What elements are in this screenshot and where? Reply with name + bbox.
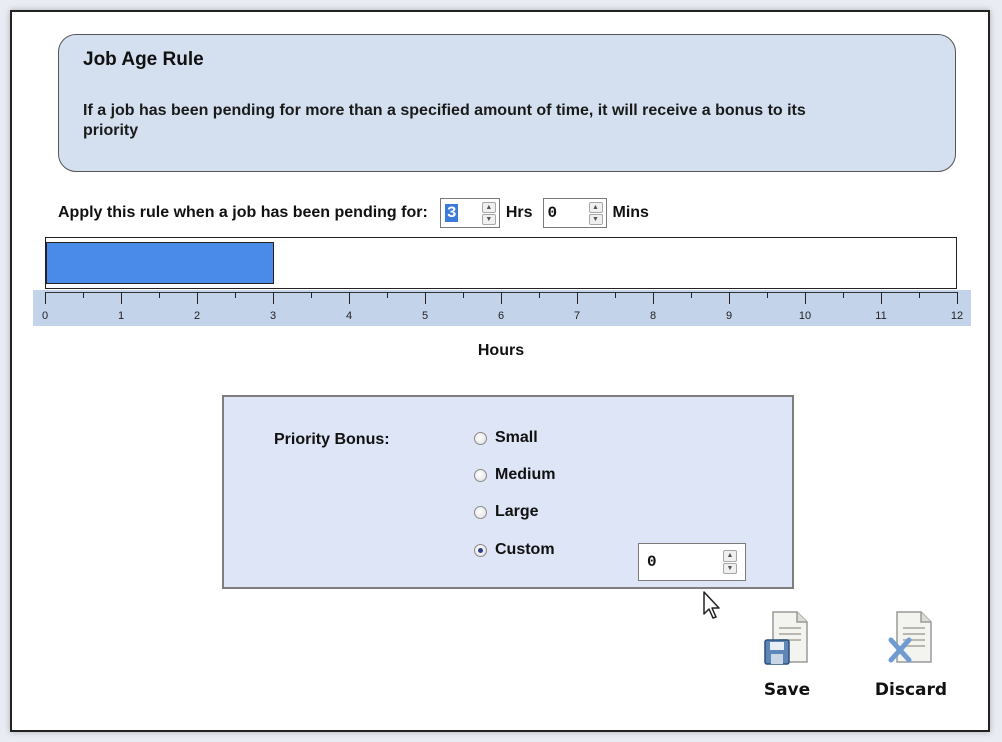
ruler-major-tick — [121, 292, 122, 304]
ruler-tick-label: 8 — [649, 310, 657, 322]
ruler-major-tick — [349, 292, 350, 304]
minutes-unit-label: Mins — [612, 204, 649, 221]
ruler-major-tick — [805, 292, 806, 304]
hours-stepper[interactable]: 3 ▲ ▼ — [439, 198, 500, 228]
ruler-tick-label: 1 — [117, 310, 125, 322]
radio-custom[interactable] — [474, 543, 487, 557]
priority-bonus-box: Priority Bonus: Small Medium Large Custo… — [222, 395, 794, 589]
ruler-major-tick — [577, 292, 578, 304]
ruler-minor-tick — [159, 292, 160, 298]
radio-option-small[interactable]: Small — [474, 427, 538, 449]
custom-down-arrow-icon[interactable]: ▼ — [723, 562, 737, 574]
ruler-minor-tick — [919, 292, 920, 298]
radio-medium[interactable] — [474, 468, 487, 482]
ruler-tick-label: 7 — [573, 310, 581, 322]
discard-button[interactable]: Discard — [866, 610, 956, 700]
hours-axis-label: Hours — [477, 342, 525, 359]
hours-unit-label: Hrs — [505, 204, 533, 221]
hours-value[interactable]: 3 — [444, 204, 459, 222]
ruler-major-tick — [45, 292, 46, 304]
ruler-minor-tick — [235, 292, 236, 298]
ruler-major-tick — [729, 292, 730, 304]
save-icon — [763, 610, 811, 668]
radio-option-large[interactable]: Large — [474, 501, 539, 523]
custom-up-arrow-icon[interactable]: ▲ — [723, 550, 737, 562]
hours-ruler: 0 1 2 3 4 5 6 7 8 9 10 11 12 — [33, 290, 971, 326]
ruler-major-tick — [881, 292, 882, 304]
ruler-tick-label: 0 — [41, 310, 49, 322]
ruler-tick-label: 3 — [269, 310, 277, 322]
pending-time-slider-track[interactable] — [45, 237, 957, 289]
ruler-tick-label: 12 — [950, 310, 964, 322]
discard-icon — [887, 610, 935, 668]
ruler-tick-label: 6 — [497, 310, 505, 322]
radio-small[interactable] — [474, 431, 487, 445]
apply-row: Apply this rule when a job has been pend… — [58, 196, 659, 230]
minutes-value[interactable]: 0 — [544, 204, 558, 222]
ruler-major-tick — [653, 292, 654, 304]
minutes-down-arrow-icon[interactable]: ▼ — [588, 214, 603, 225]
ruler-minor-tick — [387, 292, 388, 298]
hours-up-arrow-icon[interactable]: ▲ — [481, 202, 496, 213]
rule-info-box: Job Age Rule If a job has been pending f… — [58, 34, 956, 172]
custom-bonus-stepper[interactable]: 0 ▲ ▼ — [638, 543, 746, 581]
mouse-cursor-icon — [703, 591, 720, 619]
ruler-tick-label: 5 — [421, 310, 429, 322]
ruler-tick-label: 4 — [345, 310, 353, 322]
radio-large-label: Large — [495, 503, 539, 520]
ruler-tick-label: 11 — [875, 310, 887, 322]
ruler-tick-label: 9 — [725, 310, 733, 322]
radio-medium-label: Medium — [495, 466, 556, 483]
pending-time-slider-fill[interactable] — [46, 242, 274, 284]
ruler-minor-tick — [615, 292, 616, 298]
minutes-up-arrow-icon[interactable]: ▲ — [588, 202, 603, 213]
radio-small-label: Small — [495, 429, 538, 446]
ruler-major-tick — [501, 292, 502, 304]
apply-label: Apply this rule when a job has been pend… — [58, 204, 428, 221]
priority-bonus-label: Priority Bonus: — [274, 431, 390, 448]
ruler-minor-tick — [843, 292, 844, 298]
ruler-major-tick — [197, 292, 198, 304]
radio-option-custom[interactable]: Custom — [474, 539, 555, 561]
rule-description: If a job has been pending for more than … — [83, 102, 806, 139]
ruler-minor-tick — [311, 292, 312, 298]
save-label: Save — [763, 680, 811, 700]
ruler-minor-tick — [691, 292, 692, 298]
radio-large[interactable] — [474, 505, 487, 519]
ruler-major-tick — [273, 292, 274, 304]
rule-title: Job Age Rule — [83, 49, 204, 70]
ruler-minor-tick — [463, 292, 464, 298]
ruler-minor-tick — [767, 292, 768, 298]
hours-down-arrow-icon[interactable]: ▼ — [481, 214, 496, 225]
ruler-minor-tick — [539, 292, 540, 298]
ruler-major-tick — [425, 292, 426, 304]
ruler-major-tick — [957, 292, 958, 304]
radio-custom-label: Custom — [495, 541, 555, 558]
ruler-tick-label: 2 — [193, 310, 201, 322]
radio-option-medium[interactable]: Medium — [474, 464, 555, 486]
discard-label: Discard — [874, 680, 948, 700]
custom-bonus-value[interactable]: 0 — [639, 553, 657, 571]
save-button[interactable]: Save — [742, 610, 832, 700]
minutes-stepper[interactable]: 0 ▲ ▼ — [542, 198, 607, 228]
ruler-minor-tick — [83, 292, 84, 298]
ruler-tick-label: 10 — [798, 310, 812, 322]
